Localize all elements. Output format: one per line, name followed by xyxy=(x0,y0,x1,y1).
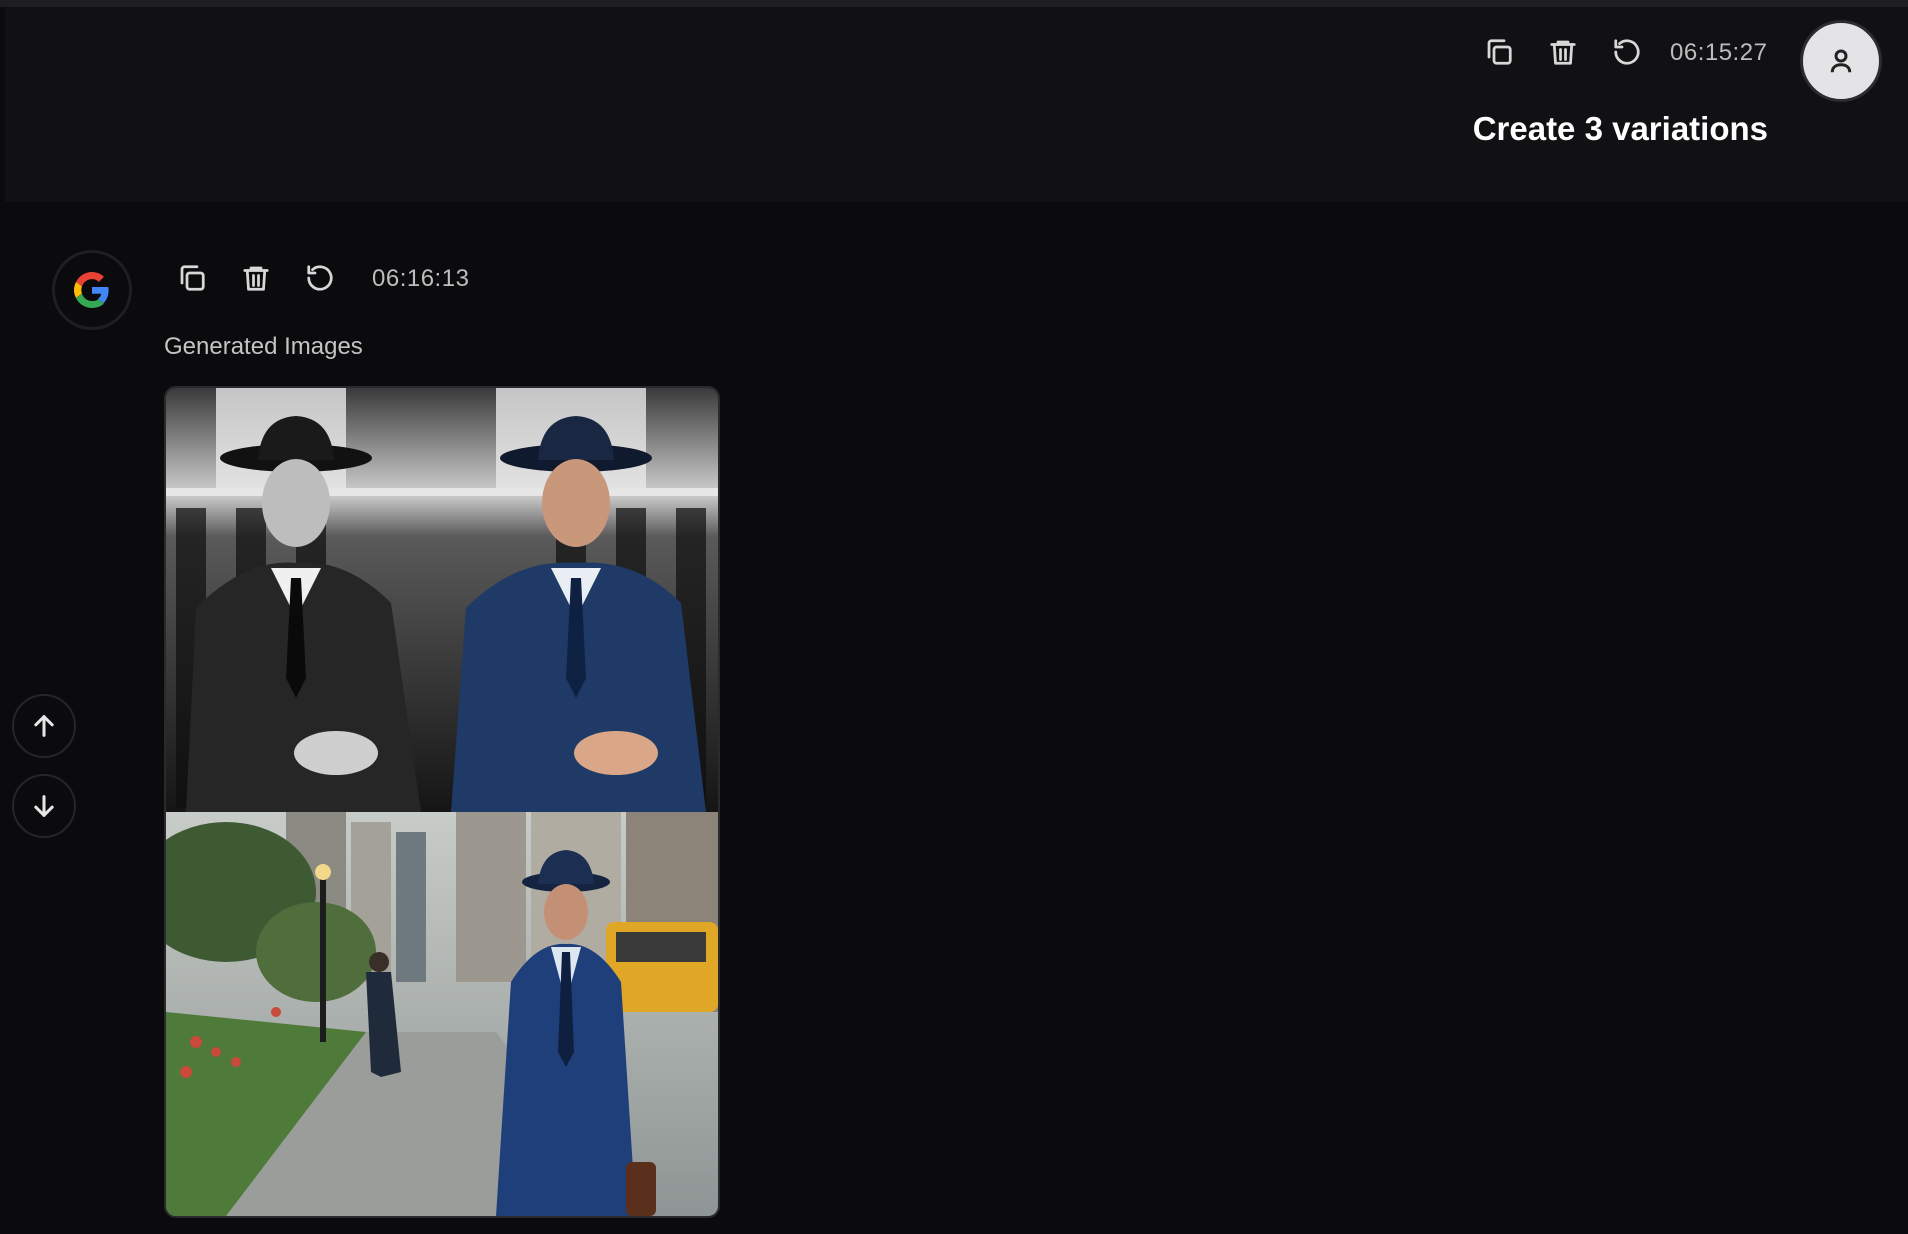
generated-image-portraits[interactable] xyxy=(166,388,718,812)
trash-icon xyxy=(1550,40,1576,65)
copy-button[interactable] xyxy=(170,256,214,300)
generated-images-label: Generated Images xyxy=(164,333,363,360)
bot-avatar xyxy=(52,250,132,330)
delete-button[interactable] xyxy=(1541,30,1585,74)
refresh-icon xyxy=(1614,39,1640,65)
user-avatar[interactable] xyxy=(1800,20,1882,102)
refresh-icon xyxy=(307,265,333,291)
arrow-up-icon xyxy=(34,715,54,737)
scroll-up-button[interactable] xyxy=(12,694,76,758)
generated-image-city-street[interactable] xyxy=(166,812,718,1216)
copy-icon xyxy=(1487,39,1512,65)
arrow-down-icon xyxy=(34,795,54,817)
user-icon xyxy=(1830,49,1852,73)
copy-button[interactable] xyxy=(1477,30,1521,74)
window-top-border xyxy=(0,0,1908,7)
scroll-down-button[interactable] xyxy=(12,774,76,838)
generated-image-card[interactable] xyxy=(164,386,720,1218)
regenerate-button[interactable] xyxy=(1605,30,1649,74)
google-logo-icon xyxy=(74,272,109,308)
user-prompt-text: Create 3 variations xyxy=(1472,110,1768,147)
delete-button[interactable] xyxy=(234,256,278,300)
bot-message-timestamp: 06:16:13 xyxy=(372,265,470,292)
user-message: 06:15:27 Create 3 variations xyxy=(5,7,1908,202)
user-message-timestamp: 06:15:27 xyxy=(1670,39,1768,66)
trash-icon xyxy=(243,266,269,291)
copy-icon xyxy=(180,265,205,291)
regenerate-button[interactable] xyxy=(298,256,342,300)
